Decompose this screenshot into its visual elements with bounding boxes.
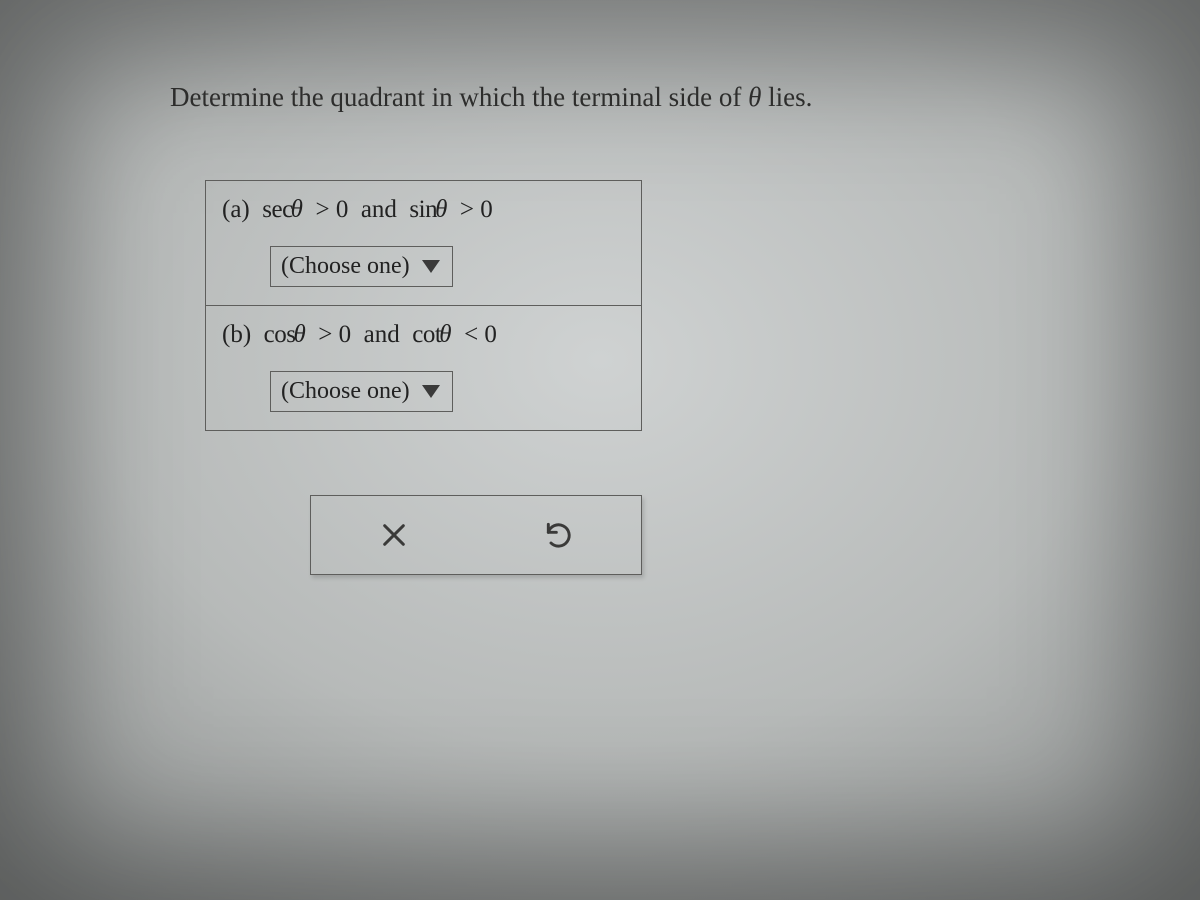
part-a-arg1: θ xyxy=(291,196,303,223)
part-b-arg1: θ xyxy=(293,321,305,348)
chevron-down-icon xyxy=(422,385,440,398)
part-a-rhs2: 0 xyxy=(480,196,493,223)
theta-symbol: θ xyxy=(748,82,761,112)
part-b-dropdown-label: (Choose one) xyxy=(281,378,410,405)
part-a-dropdown[interactable]: (Choose one) xyxy=(270,246,453,287)
part-a-rhs1: 0 xyxy=(336,196,349,223)
clear-button[interactable] xyxy=(311,496,476,574)
part-b-fn2: cot xyxy=(412,321,441,348)
part-b-rhs2: 0 xyxy=(484,321,497,348)
part-a-condition: (a) secθ > 0 and sinθ > 0 xyxy=(222,196,625,224)
action-bar xyxy=(310,495,642,575)
part-b-condition: (b) cosθ > 0 and cotθ < 0 xyxy=(222,321,625,349)
question-suffix: lies. xyxy=(761,82,812,112)
part-a-join: and xyxy=(361,196,397,223)
chevron-down-icon xyxy=(422,260,440,273)
question-prefix: Determine the quadrant in which the term… xyxy=(170,82,748,112)
part-a-op2: > xyxy=(460,196,474,223)
reset-button[interactable] xyxy=(476,496,641,574)
part-b-op2: < xyxy=(464,321,478,348)
part-a-fn1: sec xyxy=(262,196,292,223)
part-b-arg2: θ xyxy=(439,321,451,348)
part-a-op1: > xyxy=(315,196,329,223)
part-a-arg2: θ xyxy=(435,196,447,223)
part-b-op1: > xyxy=(318,321,332,348)
undo-icon xyxy=(543,519,575,551)
part-b-fn1: cos xyxy=(264,321,296,348)
part-b: (b) cosθ > 0 and cotθ < 0 (Choose one) xyxy=(206,305,641,430)
close-icon xyxy=(378,519,410,551)
problem-box: (a) secθ > 0 and sinθ > 0 (Choose one) (… xyxy=(205,180,642,431)
part-b-label: (b) xyxy=(222,321,251,348)
question-title: Determine the quadrant in which the term… xyxy=(170,82,812,113)
part-b-join: and xyxy=(364,321,400,348)
part-b-rhs1: 0 xyxy=(339,321,352,348)
part-b-dropdown[interactable]: (Choose one) xyxy=(270,371,453,412)
part-a: (a) secθ > 0 and sinθ > 0 (Choose one) xyxy=(206,181,641,305)
part-a-fn2: sin xyxy=(409,196,437,223)
part-a-label: (a) xyxy=(222,196,250,223)
part-a-dropdown-label: (Choose one) xyxy=(281,253,410,280)
